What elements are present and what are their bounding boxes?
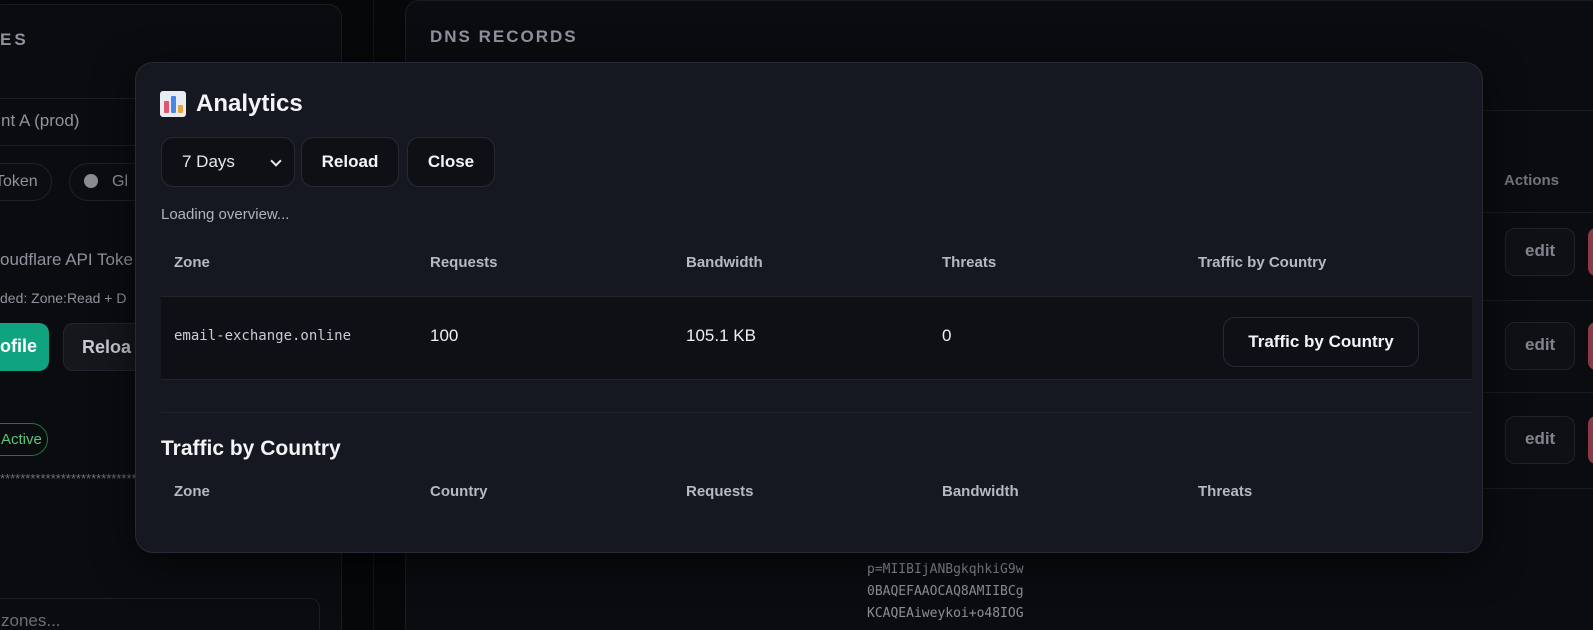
profiles-panel-title: ES: [0, 30, 29, 49]
dkim-record-value: KCAQEAiweykoi+o48IOG: [867, 606, 1024, 621]
delete-record-button[interactable]: [1588, 228, 1593, 276]
column-header-threats: Threats: [942, 254, 997, 271]
edit-record-button[interactable]: edit: [1505, 228, 1575, 276]
column-header-zone: Zone: [174, 254, 210, 271]
analytics-modal: Analytics 7 Days Reload Close Loading ov…: [135, 62, 1483, 553]
country-column-header-requests: Requests: [686, 483, 754, 500]
country-column-header-country: Country: [430, 483, 488, 500]
api-token-label: oudflare API Toke: [0, 250, 133, 269]
masked-token: ****************************: [0, 471, 142, 486]
dns-records-title: DNS RECORDS: [430, 27, 578, 46]
date-range-select[interactable]: 7 Days: [161, 137, 295, 187]
loading-status: Loading overview...: [161, 206, 290, 223]
country-column-header-threats: Threats: [1198, 483, 1253, 500]
modal-title: Analytics: [160, 90, 303, 118]
column-header-traffic: Traffic by Country: [1198, 254, 1327, 271]
dkim-record-value: p=MIIBIjANBgkqhkiG9w: [867, 562, 1024, 577]
column-header-requests: Requests: [430, 254, 498, 271]
zone-name: email-exchange.online: [174, 328, 352, 344]
dkim-record-value: 0BAQEFAAOCAQ8AMIIBCg: [867, 584, 1024, 599]
divider: [1480, 392, 1593, 393]
zones-search-input[interactable]: zones...: [0, 598, 320, 630]
chevron-down-icon: [270, 155, 282, 167]
auth-option-token[interactable]: Token: [0, 163, 52, 201]
divider: [1480, 488, 1593, 489]
reload-button[interactable]: Reload: [301, 137, 399, 187]
threats-value: 0: [942, 326, 952, 345]
section-divider: [161, 412, 1472, 413]
divider: [1480, 212, 1593, 213]
divider: [1480, 300, 1593, 301]
radio-icon: [84, 174, 98, 188]
actions-column-header: Actions: [1504, 172, 1560, 189]
bandwidth-value: 105.1 KB: [686, 326, 756, 345]
delete-record-button[interactable]: [1588, 322, 1593, 370]
column-header-bandwidth: Bandwidth: [686, 254, 763, 271]
auth-option-token-label: Token: [0, 173, 38, 190]
divider: [1480, 110, 1593, 111]
delete-record-button[interactable]: [1588, 416, 1593, 464]
date-range-value: 7 Days: [182, 152, 235, 171]
edit-record-button[interactable]: edit: [1505, 416, 1575, 464]
api-token-hint: ded: Zone:Read + D: [0, 290, 127, 306]
requests-value: 100: [430, 326, 459, 345]
close-button[interactable]: Close: [407, 137, 495, 187]
country-column-header-zone: Zone: [174, 483, 210, 500]
auth-option-global-label: Gl: [112, 173, 128, 190]
save-profile-button[interactable]: ofile: [0, 323, 49, 371]
modal-title-text: Analytics: [196, 90, 303, 117]
country-section-title: Traffic by Country: [161, 437, 341, 460]
edit-record-button[interactable]: edit: [1505, 322, 1575, 370]
bar-chart-icon: [160, 91, 186, 117]
traffic-by-country-button[interactable]: Traffic by Country: [1223, 317, 1419, 367]
status-badge: Active: [0, 423, 48, 456]
country-column-header-bandwidth: Bandwidth: [942, 483, 1019, 500]
